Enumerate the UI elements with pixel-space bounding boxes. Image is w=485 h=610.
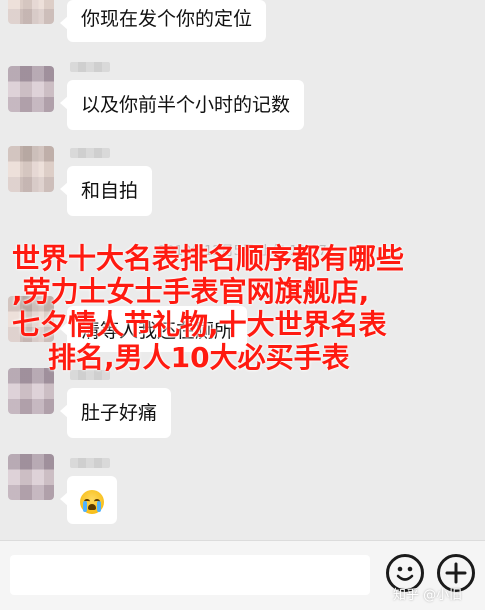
- sender-nickname: [70, 62, 110, 72]
- message-bubble[interactable]: 你现在发个你的定位: [59, 0, 267, 42]
- avatar[interactable]: [8, 66, 54, 112]
- message-bubble[interactable]: 肚子好痛: [59, 388, 172, 438]
- avatar[interactable]: [8, 0, 54, 24]
- sob-emoji-icon: [80, 489, 104, 514]
- message-text: 肚子好痛: [81, 402, 158, 424]
- message-text: 和自拍: [81, 180, 139, 202]
- overlay-line: ,劳力士女士手表官网旗舰店,: [12, 275, 370, 308]
- message-bubble[interactable]: [60, 476, 117, 524]
- overlay-line: 七夕情人节礼物,十大世界名表: [12, 308, 387, 341]
- sender-nickname: [70, 458, 110, 468]
- avatar[interactable]: [8, 454, 54, 500]
- avatar[interactable]: [8, 146, 54, 192]
- message-bubble[interactable]: 和自拍: [59, 166, 153, 216]
- overlay-line: 排名,男人10大必买手表: [48, 341, 350, 374]
- watermark: 知乎 @小旧: [393, 588, 463, 603]
- message-text: 以及你前半个小时的记数: [81, 94, 291, 116]
- message-input[interactable]: [10, 555, 370, 595]
- overlay-line: 世界十大名表排名顺序都有哪些: [12, 242, 405, 275]
- message-bubble[interactable]: 以及你前半个小时的记数: [59, 80, 305, 130]
- avatar[interactable]: [8, 368, 54, 414]
- sender-nickname: [70, 148, 110, 158]
- overlay-headline: 世界十大名表排名顺序都有哪些 ,劳力士女士手表官网旗舰店, 七夕情人节礼物,十大…: [12, 242, 482, 374]
- message-text: 你现在发个你的定位: [81, 8, 253, 30]
